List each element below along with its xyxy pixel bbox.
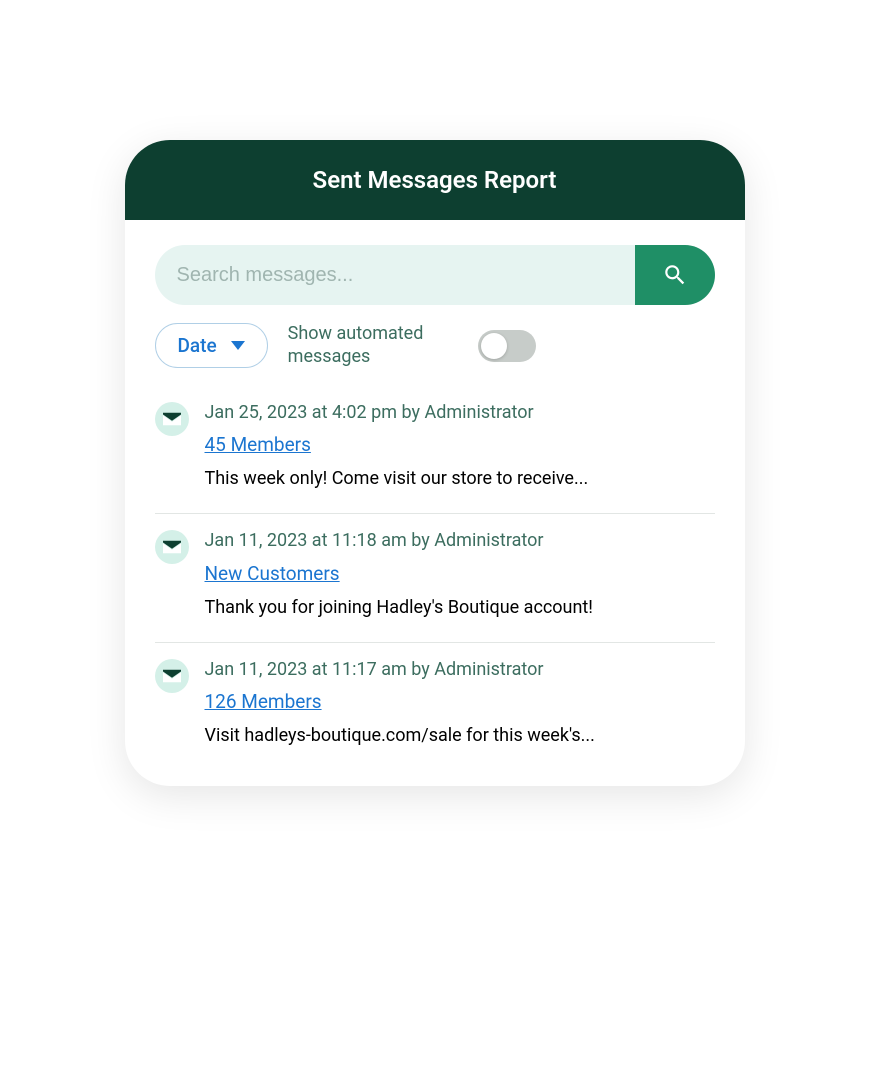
card-header: Sent Messages Report [125, 140, 745, 220]
message-body: Jan 11, 2023 at 11:17 am by Administrato… [205, 657, 715, 748]
message-item[interactable]: Jan 11, 2023 at 11:17 am by Administrato… [155, 643, 715, 748]
envelope-icon [155, 659, 189, 693]
report-card: Sent Messages Report Date Show automated… [125, 140, 745, 786]
search-button[interactable] [635, 245, 715, 305]
date-filter-label: Date [178, 334, 217, 357]
filters-row: Date Show automated messages [155, 323, 715, 368]
chevron-down-icon [231, 341, 245, 350]
search-container [155, 245, 715, 305]
message-body: Jan 11, 2023 at 11:18 am by Administrato… [205, 528, 715, 619]
message-item[interactable]: Jan 25, 2023 at 4:02 pm by Administrator… [155, 386, 715, 514]
message-timestamp: Jan 11, 2023 at 11:17 am by Administrato… [205, 657, 715, 682]
message-preview: Thank you for joining Hadley's Boutique … [205, 595, 715, 620]
message-recipients-link[interactable]: 126 Members [205, 690, 322, 713]
card-content: Date Show automated messages [125, 220, 745, 786]
page-title: Sent Messages Report [313, 166, 557, 194]
envelope-icon [155, 402, 189, 436]
message-body: Jan 25, 2023 at 4:02 pm by Administrator… [205, 400, 715, 491]
date-filter-button[interactable]: Date [155, 323, 268, 368]
automated-toggle-group: Show automated messages [288, 323, 715, 368]
search-input[interactable] [155, 245, 635, 305]
envelope-icon [155, 530, 189, 564]
message-recipients-link[interactable]: 45 Members [205, 433, 311, 456]
search-icon [662, 262, 688, 288]
message-timestamp: Jan 11, 2023 at 11:18 am by Administrato… [205, 528, 715, 553]
message-preview: Visit hadleys-boutique.com/sale for this… [205, 723, 715, 748]
automated-toggle[interactable] [478, 330, 536, 362]
toggle-knob [481, 333, 507, 359]
message-preview: This week only! Come visit our store to … [205, 466, 715, 491]
message-list: Jan 25, 2023 at 4:02 pm by Administrator… [155, 386, 715, 748]
message-recipients-link[interactable]: New Customers [205, 562, 340, 585]
automated-toggle-label: Show automated messages [288, 323, 458, 368]
message-item[interactable]: Jan 11, 2023 at 11:18 am by Administrato… [155, 514, 715, 642]
message-timestamp: Jan 25, 2023 at 4:02 pm by Administrator [205, 400, 715, 425]
